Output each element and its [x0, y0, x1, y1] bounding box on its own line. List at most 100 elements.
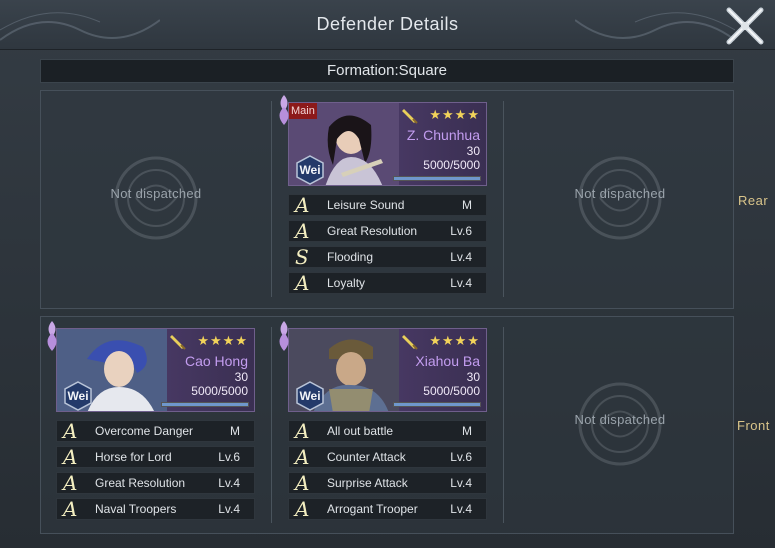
hero-level: 30 — [234, 370, 248, 384]
star-rating: ★★★★ — [429, 107, 480, 122]
sword-icon — [402, 109, 418, 124]
close-x-icon — [726, 7, 764, 45]
troop-bar-fill — [162, 403, 248, 406]
sword-icon — [402, 335, 418, 350]
slot-divider — [271, 101, 272, 297]
flower-icon — [279, 321, 289, 351]
skill-row[interactable]: S Flooding Lv.4 — [288, 246, 487, 268]
troop-bar — [393, 176, 481, 181]
skill-level: Lv.4 — [450, 476, 472, 490]
hero-card[interactable]: ★★★★ Xiahou Ba 30 5000/5000 Wei — [288, 328, 487, 412]
skill-list: A Overcome Danger M A Horse for Lord Lv.… — [56, 420, 255, 524]
defender-details-window: Defender Details Formation:Square Not di… — [0, 0, 775, 548]
skill-row[interactable]: A Great Resolution Lv.6 — [288, 220, 487, 242]
skill-grade: A — [295, 497, 310, 521]
skill-grade: A — [295, 193, 310, 217]
star-rating: ★★★★ — [197, 333, 248, 348]
window-title: Defender Details — [316, 14, 459, 34]
skill-row[interactable]: A Leisure Sound M — [288, 194, 487, 216]
skill-grade: A — [295, 445, 310, 469]
skill-grade: A — [63, 419, 78, 443]
skill-name: Overcome Danger — [95, 424, 194, 438]
skill-row[interactable]: A Loyalty Lv.4 — [288, 272, 487, 294]
skill-grade: A — [295, 471, 310, 495]
skill-name: Naval Troopers — [95, 502, 177, 516]
skill-level: M — [230, 424, 240, 438]
faction-badge: Wei — [295, 155, 325, 185]
empty-slot-rear-right[interactable]: Not dispatched — [505, 91, 735, 310]
skill-row[interactable]: A Surprise Attack Lv.4 — [288, 472, 487, 494]
skill-grade: A — [63, 497, 78, 521]
skill-level: Lv.6 — [450, 450, 472, 464]
not-dispatched-label: Not dispatched — [110, 186, 202, 201]
hero-troops: 5000/5000 — [191, 384, 248, 398]
skill-grade: A — [63, 445, 78, 469]
hero-card[interactable]: Main ★★★★ Z. Chunhua 30 5000/5000 Wei — [288, 102, 487, 186]
skill-name: Great Resolution — [95, 476, 186, 490]
faction-badge: Wei — [63, 381, 93, 411]
skill-level: Lv.4 — [218, 476, 240, 490]
empty-slot-rear-left[interactable]: Not dispatched — [41, 91, 271, 310]
skill-level: M — [462, 424, 472, 438]
skill-grade: A — [63, 471, 78, 495]
empty-slot-front-right[interactable]: Not dispatched — [505, 317, 735, 536]
faction-badge: Wei — [295, 381, 325, 411]
troop-bar — [161, 402, 249, 407]
skill-level: M — [462, 198, 472, 212]
faction-label: Wei — [299, 389, 321, 403]
star-rating: ★★★★ — [429, 333, 480, 348]
skill-grade: A — [295, 271, 310, 295]
skill-level: Lv.4 — [218, 502, 240, 516]
formation-label: Formation:Square — [40, 59, 734, 83]
skill-level: Lv.4 — [450, 502, 472, 516]
hero-troops: 5000/5000 — [423, 384, 480, 398]
skill-list: A Leisure Sound M A Great Resolution Lv.… — [288, 194, 487, 298]
skill-name: Leisure Sound — [327, 198, 405, 212]
skill-grade: A — [295, 419, 310, 443]
title-bar: Defender Details — [0, 0, 775, 50]
slot-divider — [503, 327, 504, 523]
not-dispatched-label: Not dispatched — [574, 186, 666, 201]
skill-row[interactable]: A Naval Troopers Lv.4 — [56, 498, 255, 520]
skill-row[interactable]: A Counter Attack Lv.6 — [288, 446, 487, 468]
skill-level: Lv.4 — [450, 276, 472, 290]
skill-name: Loyalty — [327, 276, 366, 290]
skill-name: Horse for Lord — [95, 450, 172, 464]
skill-row[interactable]: A Horse for Lord Lv.6 — [56, 446, 255, 468]
hero-level: 30 — [466, 370, 480, 384]
skill-name: Surprise Attack — [327, 476, 408, 490]
troop-bar-fill — [394, 177, 480, 180]
rear-row: Not dispatched Main ★★★★ Z. Chunhua 30 5… — [40, 90, 734, 309]
row-label-rear: Rear — [738, 193, 769, 208]
close-button[interactable] — [723, 4, 767, 48]
skill-row[interactable]: A Arrogant Trooper Lv.4 — [288, 498, 487, 520]
flower-icon — [279, 95, 289, 125]
skill-level: Lv.6 — [218, 450, 240, 464]
skill-row[interactable]: A All out battle M — [288, 420, 487, 442]
skill-grade: S — [295, 245, 309, 269]
skill-level: Lv.4 — [450, 250, 472, 264]
skill-name: Counter Attack — [327, 450, 406, 464]
hero-troops: 5000/5000 — [423, 158, 480, 172]
hero-card[interactable]: ★★★★ Cao Hong 30 5000/5000 Wei — [56, 328, 255, 412]
skill-list: A All out battle M A Counter Attack Lv.6… — [288, 420, 487, 524]
front-row: ★★★★ Cao Hong 30 5000/5000 Wei A Overcom… — [40, 316, 734, 534]
skill-row[interactable]: A Overcome Danger M — [56, 420, 255, 442]
slot-divider — [271, 327, 272, 523]
flower-icon — [47, 321, 57, 351]
skill-name: Great Resolution — [327, 224, 418, 238]
skill-row[interactable]: A Great Resolution Lv.4 — [56, 472, 255, 494]
hero-name: Z. Chunhua — [406, 127, 480, 143]
sword-icon — [170, 335, 186, 350]
faction-label: Wei — [67, 389, 89, 403]
troop-bar — [393, 402, 481, 407]
skill-name: Arrogant Trooper — [327, 502, 418, 516]
faction-label: Wei — [299, 163, 321, 177]
skill-grade: A — [295, 219, 310, 243]
hero-name: Cao Hong — [184, 353, 248, 369]
row-label-front: Front — [737, 418, 770, 433]
main-badge: Main — [289, 103, 317, 119]
skill-name: Flooding — [327, 250, 374, 264]
not-dispatched-label: Not dispatched — [574, 412, 666, 427]
slot-divider — [503, 101, 504, 297]
